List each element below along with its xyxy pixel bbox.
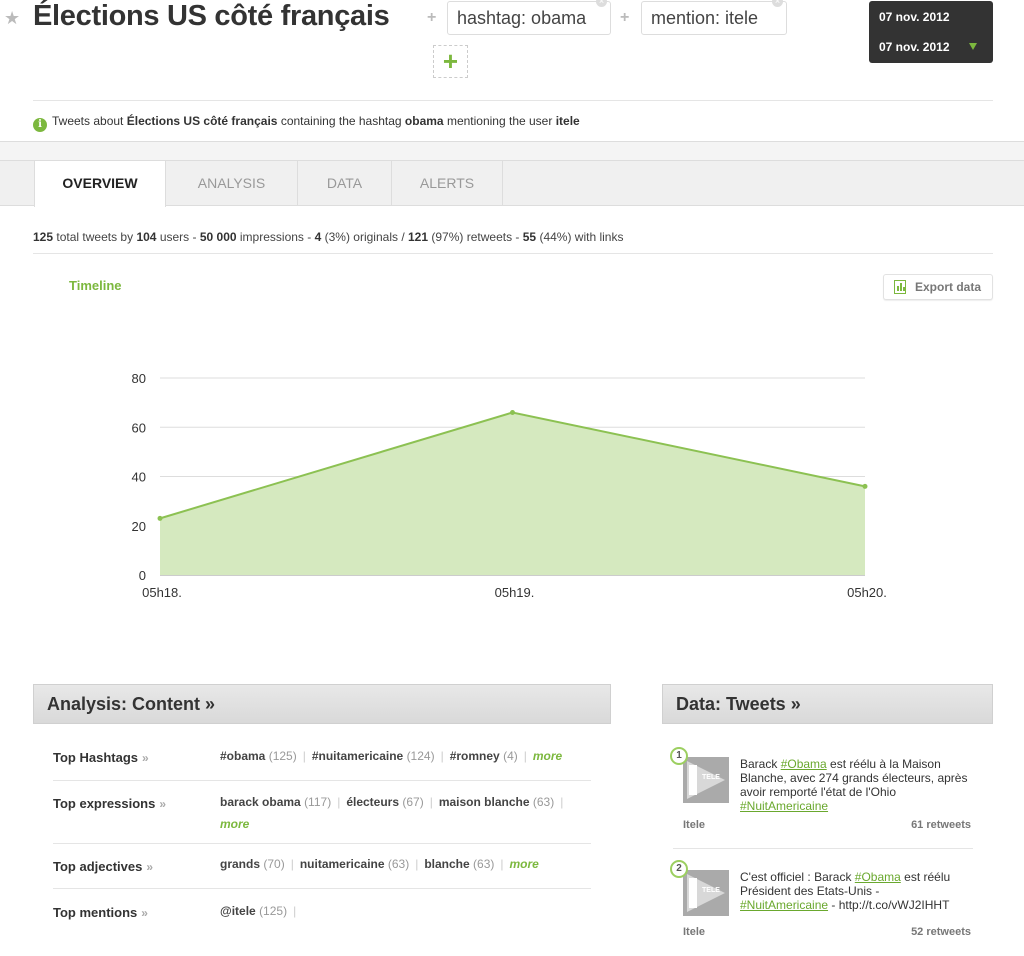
x-tick-label: 05h18. [142,585,182,600]
data-point [862,483,868,489]
tab-data[interactable]: DATA [298,161,392,206]
tweet-text: C'est officiel : Barack #Obama est réélu… [740,870,951,912]
top-mentions-row: Top mentions» @itele (125) | [53,889,591,956]
hashtag-link[interactable]: #NuitAmericaine [740,898,828,912]
adjective-item[interactable]: grands (70) [220,857,285,871]
adjective-item[interactable]: nuitamericaine (63) [300,857,409,871]
x-tick-label: 05h20. [847,585,887,600]
plus-icon: + [427,9,437,26]
analysis-content-header[interactable]: Analysis: Content » [33,684,611,724]
row-values: #obama (125) | #nuitamericaine (124) | #romn… [220,749,563,763]
y-tick-label: 20 [132,519,146,534]
hashtag-link[interactable]: #Obama [855,870,901,884]
retweet-count: 61 retweets [911,819,971,831]
hashtag-link[interactable]: #Obama [781,757,827,771]
y-tick-label: 0 [139,568,146,583]
plus-icon: + [620,9,630,26]
row-values: @itele (125) | [220,904,297,918]
export-data-label: Export data [915,280,982,294]
add-filter-button[interactable]: + [433,45,468,78]
query-description: i Tweets about Élections US côté français… [33,114,580,132]
rank-badge: 1 [670,747,688,765]
tabs-bar: OVERVIEW ANALYSIS DATA ALERTS [0,161,1024,207]
mention-item[interactable]: @itele (125) [220,904,287,918]
y-tick-label: 80 [132,371,146,386]
x-tick-label: 05h19. [495,585,535,600]
row-label[interactable]: Top expressions» [53,796,166,811]
remove-icon[interactable]: × [772,0,783,7]
stats-summary: 125 total tweets by 104 users - 50 000 i… [33,230,624,244]
dropdown-arrow-icon[interactable] [969,43,977,50]
divider [33,100,993,101]
filter-chip-hashtag[interactable]: hashtag: obama × [447,0,611,35]
tab-alerts[interactable]: ALERTS [392,161,503,206]
tweet-user[interactable]: Itele [683,926,705,938]
adjective-item[interactable]: blanche (63) [424,857,494,871]
retweet-count: 52 retweets [911,926,971,938]
header-card: ★ Élections US côté français + hashtag: … [0,0,1024,142]
row-values: grands (70) | nuitamericaine (63) | blanche … [220,857,539,871]
data-point [157,515,163,521]
row-label[interactable]: Top mentions» [53,905,148,920]
row-label[interactable]: Top Hashtags» [53,750,149,765]
avatar[interactable]: TELE [683,757,729,803]
page-title: Élections US côté français [33,0,390,32]
tab-overview[interactable]: OVERVIEW [34,161,166,207]
tweet-item[interactable]: 2 TELE C'est officiel : Barack #Obama es… [670,860,973,956]
y-tick-label: 60 [132,420,146,435]
timeline-chart: 0 20 40 60 80 05h18. 05h19. 05h20. [132,371,887,600]
main-panel: OVERVIEW ANALYSIS DATA ALERTS 125 total … [0,160,1024,956]
y-tick-label: 40 [132,470,146,485]
row-label[interactable]: Top adjectives» [53,859,153,874]
export-icon [894,280,906,294]
hashtag-item[interactable]: #romney (4) [450,749,518,763]
data-point [510,409,515,415]
hashtag-link[interactable]: #NuitAmericaine [740,799,828,813]
date-range-picker[interactable]: 07 nov. 2012 07 nov. 2012 [869,1,993,63]
expression-item[interactable]: barack obama (117) [220,795,331,809]
export-data-button[interactable]: Export data [883,274,993,300]
date-end[interactable]: 07 nov. 2012 [879,40,950,54]
filter-chip-label: mention: itele [651,8,759,28]
date-start[interactable]: 07 nov. 2012 [879,10,950,24]
hashtag-item[interactable]: #obama (125) [220,749,297,763]
avatar[interactable]: TELE [683,870,729,916]
expression-item[interactable]: électeurs (67) [346,795,423,809]
top-hashtags-row: Top Hashtags» #obama (125) | #nuitamericai… [53,741,591,781]
divider [33,253,993,254]
timeline-title: Timeline [69,278,122,293]
expression-item[interactable]: maison blanche (63) [439,795,554,809]
tweet-text: Barack #Obama est réélu à la Maison Blan… [740,757,968,813]
more-link[interactable]: more [533,749,562,763]
filter-chip-mention[interactable]: mention: itele × [641,0,787,35]
more-link[interactable]: more [510,857,539,871]
rank-badge: 2 [670,860,688,878]
top-expressions-row: Top expressions» barack obama (117) | élec… [53,781,591,844]
hashtag-item[interactable]: #nuitamericaine (124) [312,749,435,763]
tweet-item[interactable]: 1 TELE Barack #Obama est réélu à la Mais… [670,747,973,849]
remove-icon[interactable]: × [596,0,607,7]
top-adjectives-row: Top adjectives» grands (70) | nuitamericai… [53,844,591,889]
info-icon: i [33,118,47,132]
star-icon[interactable]: ★ [4,8,20,29]
tab-analysis[interactable]: ANALYSIS [166,161,298,206]
tweet-user[interactable]: Itele [683,819,705,831]
data-tweets-header[interactable]: Data: Tweets » [662,684,993,724]
series-area [160,412,865,575]
row-values: barack obama (117) | électeurs (67) | maison… [220,795,564,831]
filter-chip-label: hashtag: obama [457,8,587,28]
more-link[interactable]: more [220,817,249,831]
